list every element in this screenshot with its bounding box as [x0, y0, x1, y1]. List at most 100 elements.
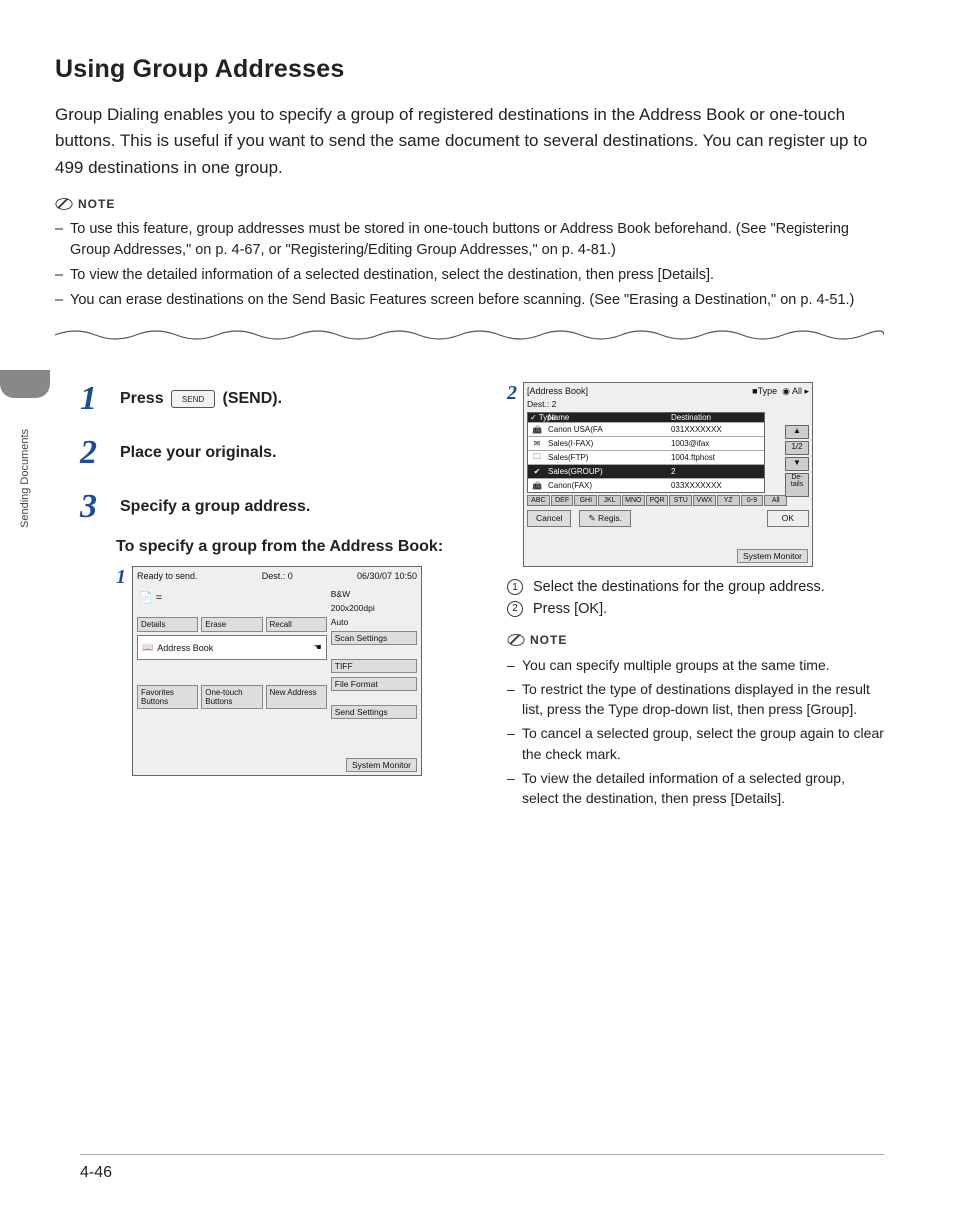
pencil-icon	[507, 631, 525, 649]
ss2-table-row[interactable]: 📠Canon(FAX)033XXXXXXX	[528, 478, 764, 492]
ss1-erase-button[interactable]: Erase	[201, 617, 262, 632]
ss2-table-row[interactable]: ✔Sales(GROUP)2	[528, 464, 764, 478]
note-item: To view the detailed information of a se…	[55, 265, 884, 286]
ss2-page-indicator: 1/2	[785, 441, 809, 455]
ss1-scan-button[interactable]: Scan Settings	[331, 631, 417, 645]
ss1-newaddr-button[interactable]: New Address	[266, 685, 327, 709]
circle-1-icon: 1	[507, 579, 523, 595]
step-1-pre: Press	[120, 390, 168, 407]
note-item: You can erase destinations on the Send B…	[55, 290, 884, 311]
ss1-dest: Dest.: 0	[262, 571, 293, 581]
note-heading: NOTE	[507, 631, 884, 649]
screenshot-address-book: [Address Book] ■Type ◉ All ▸ Dest.: 2 ✓T…	[523, 382, 813, 567]
ss1-tiff-button[interactable]: TIFF	[331, 659, 417, 673]
step-1-post: (SEND).	[218, 390, 282, 407]
sub-note-item: To cancel a selected group, select the g…	[507, 723, 884, 764]
step-2-text: Place your originals.	[120, 444, 277, 461]
ss2-alpha-tab[interactable]: ABC	[527, 495, 550, 506]
left-column: 1 Press SEND (SEND). 2 Place your origin…	[80, 382, 457, 817]
screenshot-1-wrap: 1 Ready to send. Dest.: 0 06/30/07 10:50…	[116, 566, 457, 776]
substep-number: 1	[116, 566, 126, 589]
sub-note-item: You can specify multiple groups at the s…	[507, 655, 884, 675]
intro-paragraph: Group Dialing enables you to specify a g…	[55, 102, 884, 181]
ss2-system-monitor-button[interactable]: System Monitor	[737, 549, 808, 563]
ss2-scroll-buttons: ▲ 1/2 ▼ De- tails	[785, 425, 809, 497]
pointer-icon: ☚	[314, 642, 322, 653]
ss2-alpha-tab[interactable]: JKL	[598, 495, 621, 506]
ss1-mode-bw: B&W	[331, 589, 417, 599]
ss2-table-row[interactable]: 📠Canon USA(FA031XXXXXXX	[528, 422, 764, 436]
substep-number: 2	[507, 382, 517, 405]
ss2-table-row[interactable]: ✉Sales(I-FAX)1003@ifax	[528, 436, 764, 450]
step-number: 2	[80, 436, 120, 470]
step-3: 3 Specify a group address.	[80, 490, 457, 524]
ss2-alpha-tab[interactable]: GHI	[574, 495, 597, 506]
ss2-alpha-tab[interactable]: YZ	[717, 495, 740, 506]
ss2-alpha-tab[interactable]: DEF	[551, 495, 574, 506]
pencil-icon	[55, 195, 73, 213]
footer-rule	[80, 1154, 884, 1155]
ss1-file-button[interactable]: File Format	[331, 677, 417, 691]
section-title: Using Group Addresses	[55, 55, 884, 84]
ss2-alpha-tab[interactable]: STU	[669, 495, 692, 506]
ss2-alpha-tab[interactable]: All	[764, 495, 787, 506]
side-tab-cap	[0, 370, 50, 398]
two-column-layout: 1 Press SEND (SEND). 2 Place your origin…	[55, 382, 884, 817]
circled-step-2: 2Press [OK].	[507, 599, 884, 621]
ss1-send-button[interactable]: Send Settings	[331, 705, 417, 719]
wave-divider	[55, 327, 884, 343]
ss1-details-button[interactable]: Details	[137, 617, 198, 632]
book-icon: 📖	[142, 642, 153, 653]
ss1-timestamp: 06/30/07 10:50	[357, 571, 417, 581]
note-label: NOTE	[78, 197, 115, 211]
ss2-table-row[interactable]: 🗀Sales(FTP)1004.ftphost	[528, 450, 764, 464]
send-key-icon: SEND	[171, 390, 215, 408]
note-block-main: NOTE To use this feature, group addresse…	[55, 195, 884, 311]
ss1-address-book-button[interactable]: 📖 Address Book ☚	[137, 635, 327, 660]
ss2-type-dropdown[interactable]: ■Type ◉ All ▸	[752, 386, 809, 397]
ss2-down-button[interactable]: ▼	[785, 457, 809, 471]
ss2-ok-button[interactable]: OK	[767, 510, 809, 527]
ss2-cancel-button[interactable]: Cancel	[527, 510, 571, 527]
ss1-favorites-button[interactable]: Favorites Buttons	[137, 685, 198, 709]
note-list: To use this feature, group addresses mus…	[55, 219, 884, 311]
ss2-dest-count: Dest.: 2	[527, 399, 809, 409]
sub-note-item: To view the detailed information of a se…	[507, 768, 884, 809]
ss1-mode-auto: Auto	[331, 617, 417, 627]
ss1-status: Ready to send.	[137, 571, 198, 581]
note-item: To use this feature, group addresses mus…	[55, 219, 884, 261]
ss1-system-monitor-button[interactable]: System Monitor	[346, 758, 417, 772]
ss1-recall-button[interactable]: Recall	[266, 617, 327, 632]
ss2-alpha-tab[interactable]: VWX	[693, 495, 716, 506]
step-3-subheading: To specify a group from the Address Book…	[116, 538, 457, 556]
circled-step-1: 1Select the destinations for the group a…	[507, 577, 884, 599]
note-heading: NOTE	[55, 195, 884, 213]
page-number: 4-46	[80, 1164, 112, 1182]
circled-steps-list: 1Select the destinations for the group a…	[507, 577, 884, 621]
ss2-alpha-tabs: ABCDEFGHIJKLMNOPQRSTUVWXYZ0-9All	[527, 495, 787, 506]
ss2-bottom-buttons: Cancel ✎ Regis. OK	[527, 510, 809, 527]
ss2-register-button[interactable]: ✎ Regis.	[579, 510, 631, 527]
screenshot-2-wrap: 2 [Address Book] ■Type ◉ All ▸ Dest.: 2 …	[507, 382, 884, 567]
ss2-table-header: ✓TypeNameDestination	[528, 413, 764, 422]
ss1-onetouch-button[interactable]: One-touch Buttons	[201, 685, 262, 709]
step-number: 1	[80, 382, 120, 416]
ss2-details-button[interactable]: De- tails	[785, 473, 809, 497]
ss2-alpha-tab[interactable]: 0-9	[741, 495, 764, 506]
side-tab: Sending Documents	[0, 370, 50, 570]
note-block-sub: NOTE You can specify multiple groups at …	[507, 631, 884, 809]
step-number: 3	[80, 490, 120, 524]
ss2-alpha-tab[interactable]: MNO	[622, 495, 645, 506]
side-tab-label: Sending Documents	[0, 398, 50, 558]
ss2-alpha-tab[interactable]: PQR	[646, 495, 669, 506]
sub-note-item: To restrict the type of destinations dis…	[507, 679, 884, 720]
circle-2-icon: 2	[507, 601, 523, 617]
step-1: 1 Press SEND (SEND).	[80, 382, 457, 416]
ss2-title: [Address Book]	[527, 386, 588, 397]
sub-note-list: You can specify multiple groups at the s…	[507, 655, 884, 809]
ss2-up-button[interactable]: ▲	[785, 425, 809, 439]
step-2: 2 Place your originals.	[80, 436, 457, 470]
screenshot-send-screen: Ready to send. Dest.: 0 06/30/07 10:50 📄…	[132, 566, 422, 776]
ss1-mode-dpi: 200x200dpi	[331, 603, 417, 613]
step-1-text: Press SEND (SEND).	[120, 390, 282, 407]
